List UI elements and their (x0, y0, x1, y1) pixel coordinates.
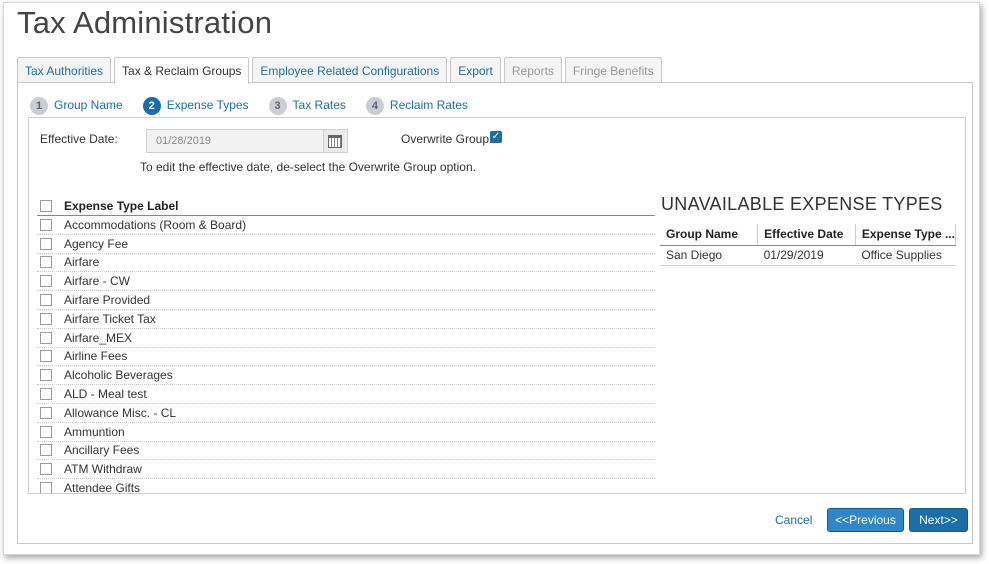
tab-tax-reclaim-groups[interactable]: Tax & Reclaim Groups (114, 57, 250, 84)
tax-administration-window: Tax Administration Tax Authorities Tax & … (3, 2, 980, 555)
expense-type-label: Airfare Provided (64, 293, 151, 308)
tab-reports: Reports (503, 57, 562, 83)
step-label: Tax Rates (292, 97, 346, 112)
column-header[interactable]: Group Name (660, 224, 759, 246)
select-all-checkbox[interactable] (40, 199, 52, 212)
expense-rows: Accommodations (Room & Board) Agency Fee A… (37, 216, 655, 494)
expense-type-row: Airfare_MEX (37, 329, 655, 348)
table-row: San Diego 01/29/2019 Office Supplies (660, 245, 956, 266)
expense-type-row: Airfare Provided (37, 291, 655, 310)
overwrite-group-label: Overwrite Group: (401, 132, 493, 146)
calendar-button[interactable] (323, 130, 345, 152)
expense-type-row: Ammuntion (37, 423, 655, 442)
expense-type-row: Attendee Gifts (37, 479, 655, 494)
expense-type-label: Accommodations (Room & Board) (64, 217, 247, 232)
tab-export[interactable]: Export (450, 57, 501, 83)
calendar-icon (327, 134, 342, 148)
unavailable-expense-types-title: UNAVAILABLE EXPENSE TYPES (661, 194, 943, 214)
step-reclaim-rates[interactable]: 4 Reclaim Rates (365, 94, 468, 115)
expense-type-label: Airfare (64, 255, 100, 270)
step-expense-types[interactable]: 2 Expense Types (142, 94, 249, 115)
previous-button[interactable]: <<Previous (827, 508, 904, 532)
expense-type-row: Alcoholic Beverages (37, 366, 655, 386)
effective-date-input[interactable] (147, 130, 323, 152)
unavailable-table-header-row: Group Name Effective Date Expense Type ... (660, 224, 957, 246)
expense-list-header: Expense Type Label (37, 196, 655, 216)
expense-type-label: Alcoholic Beverages (64, 368, 173, 383)
expense-type-checkbox[interactable] (40, 237, 52, 250)
next-button[interactable]: Next>> (909, 508, 968, 532)
expense-type-checkbox[interactable] (40, 444, 52, 457)
expense-type-checkbox[interactable] (40, 331, 52, 344)
expense-type-checkbox[interactable] (40, 256, 52, 269)
expense-type-checkbox[interactable] (40, 425, 52, 438)
tab-bar: Tax Authorities Tax & Reclaim Groups Emplo… (17, 57, 665, 84)
tab-tax-authorities[interactable]: Tax Authorities (17, 57, 112, 83)
expense-type-label: Airfare Ticket Tax (64, 311, 156, 326)
expense-type-row: Allowance Misc. - CL (37, 404, 655, 423)
effective-date-hint: To edit the effective date, de-select th… (140, 160, 476, 174)
expense-type-checkbox[interactable] (40, 275, 52, 288)
page-title: Tax Administration (17, 5, 273, 40)
step-number-badge: 1 (30, 97, 48, 115)
expense-type-label: Ammuntion (64, 424, 125, 439)
expense-type-checkbox[interactable] (40, 406, 52, 419)
cancel-link[interactable]: Cancel (775, 513, 812, 527)
expense-type-label: Ancillary Fees (64, 443, 140, 458)
column-header[interactable]: Expense Type ... (855, 224, 957, 246)
expense-type-checkbox[interactable] (40, 369, 52, 382)
step-label: Expense Types (166, 97, 249, 112)
table-cell: Office Supplies (855, 245, 956, 266)
expense-type-label: ATM Withdraw (64, 462, 142, 477)
expense-type-row: Ancillary Fees (37, 442, 655, 461)
step-number-badge: 2 (142, 97, 161, 115)
expense-type-checkbox[interactable] (40, 388, 52, 401)
step-number-badge: 4 (365, 97, 384, 115)
unavailable-table-body: San Diego 01/29/2019 Office Supplies (660, 245, 956, 266)
unavailable-expense-types-table: Group Name Effective Date Expense Type ...… (660, 224, 957, 266)
expense-type-row: ALD - Meal test (37, 385, 655, 404)
expense-type-label: ALD - Meal test (64, 387, 147, 402)
expense-type-checkbox[interactable] (40, 218, 52, 231)
expense-type-checkbox[interactable] (40, 312, 52, 325)
table-cell: San Diego (660, 245, 758, 266)
expense-type-row: Airfare (37, 254, 655, 273)
expense-type-label: Airfare - CW (64, 274, 130, 289)
expense-type-row: Airfare Ticket Tax (37, 310, 655, 329)
expense-type-list: Expense Type Label Accommodations (Room … (37, 196, 655, 494)
expense-type-row: Agency Fee (37, 235, 655, 254)
expense-types-panel: Effective Date: Overwrite Group: ✓ To ed… (28, 117, 966, 494)
step-label: Group Name (54, 97, 123, 112)
expense-type-checkbox[interactable] (40, 350, 52, 363)
expense-type-label: Allowance Misc. - CL (64, 405, 177, 420)
tab-panel: 1 Group Name 2 Expense Types 3 Tax Rates 4 Recl… (17, 82, 973, 544)
expense-type-label-header: Expense Type Label (64, 198, 179, 213)
column-header[interactable]: Effective Date (757, 224, 856, 246)
table-cell: 01/29/2019 (757, 245, 856, 266)
expense-type-label: Attendee Gifts (64, 481, 141, 494)
expense-type-label: Airfare_MEX (64, 330, 133, 345)
step-number-badge: 3 (268, 97, 287, 115)
checkmark-icon: ✓ (491, 131, 501, 142)
tab-fringe-benefits: Fringe Benefits (564, 57, 662, 83)
effective-date-label: Effective Date: (40, 132, 118, 146)
expense-type-row: Airline Fees (37, 348, 655, 367)
expense-type-checkbox[interactable] (40, 482, 52, 493)
expense-type-label: Agency Fee (64, 236, 129, 251)
tab-employee-related-configurations[interactable]: Employee Related Configurations (252, 57, 448, 83)
expense-type-row: Accommodations (Room & Board) (37, 216, 655, 235)
overwrite-group-checkbox[interactable]: ✓ (490, 131, 502, 143)
expense-type-checkbox[interactable] (40, 463, 52, 476)
expense-type-row: Airfare - CW (37, 272, 655, 292)
step-group-name[interactable]: 1 Group Name (30, 94, 123, 115)
expense-type-checkbox[interactable] (40, 294, 52, 307)
step-label: Reclaim Rates (389, 97, 468, 112)
effective-date-field (146, 129, 348, 153)
wizard-steps: 1 Group Name 2 Expense Types 3 Tax Rates 4 Recl… (30, 94, 488, 115)
expense-type-row: ATM Withdraw (37, 460, 655, 480)
expense-type-label: Airline Fees (64, 349, 128, 364)
step-tax-rates[interactable]: 3 Tax Rates (268, 94, 346, 115)
